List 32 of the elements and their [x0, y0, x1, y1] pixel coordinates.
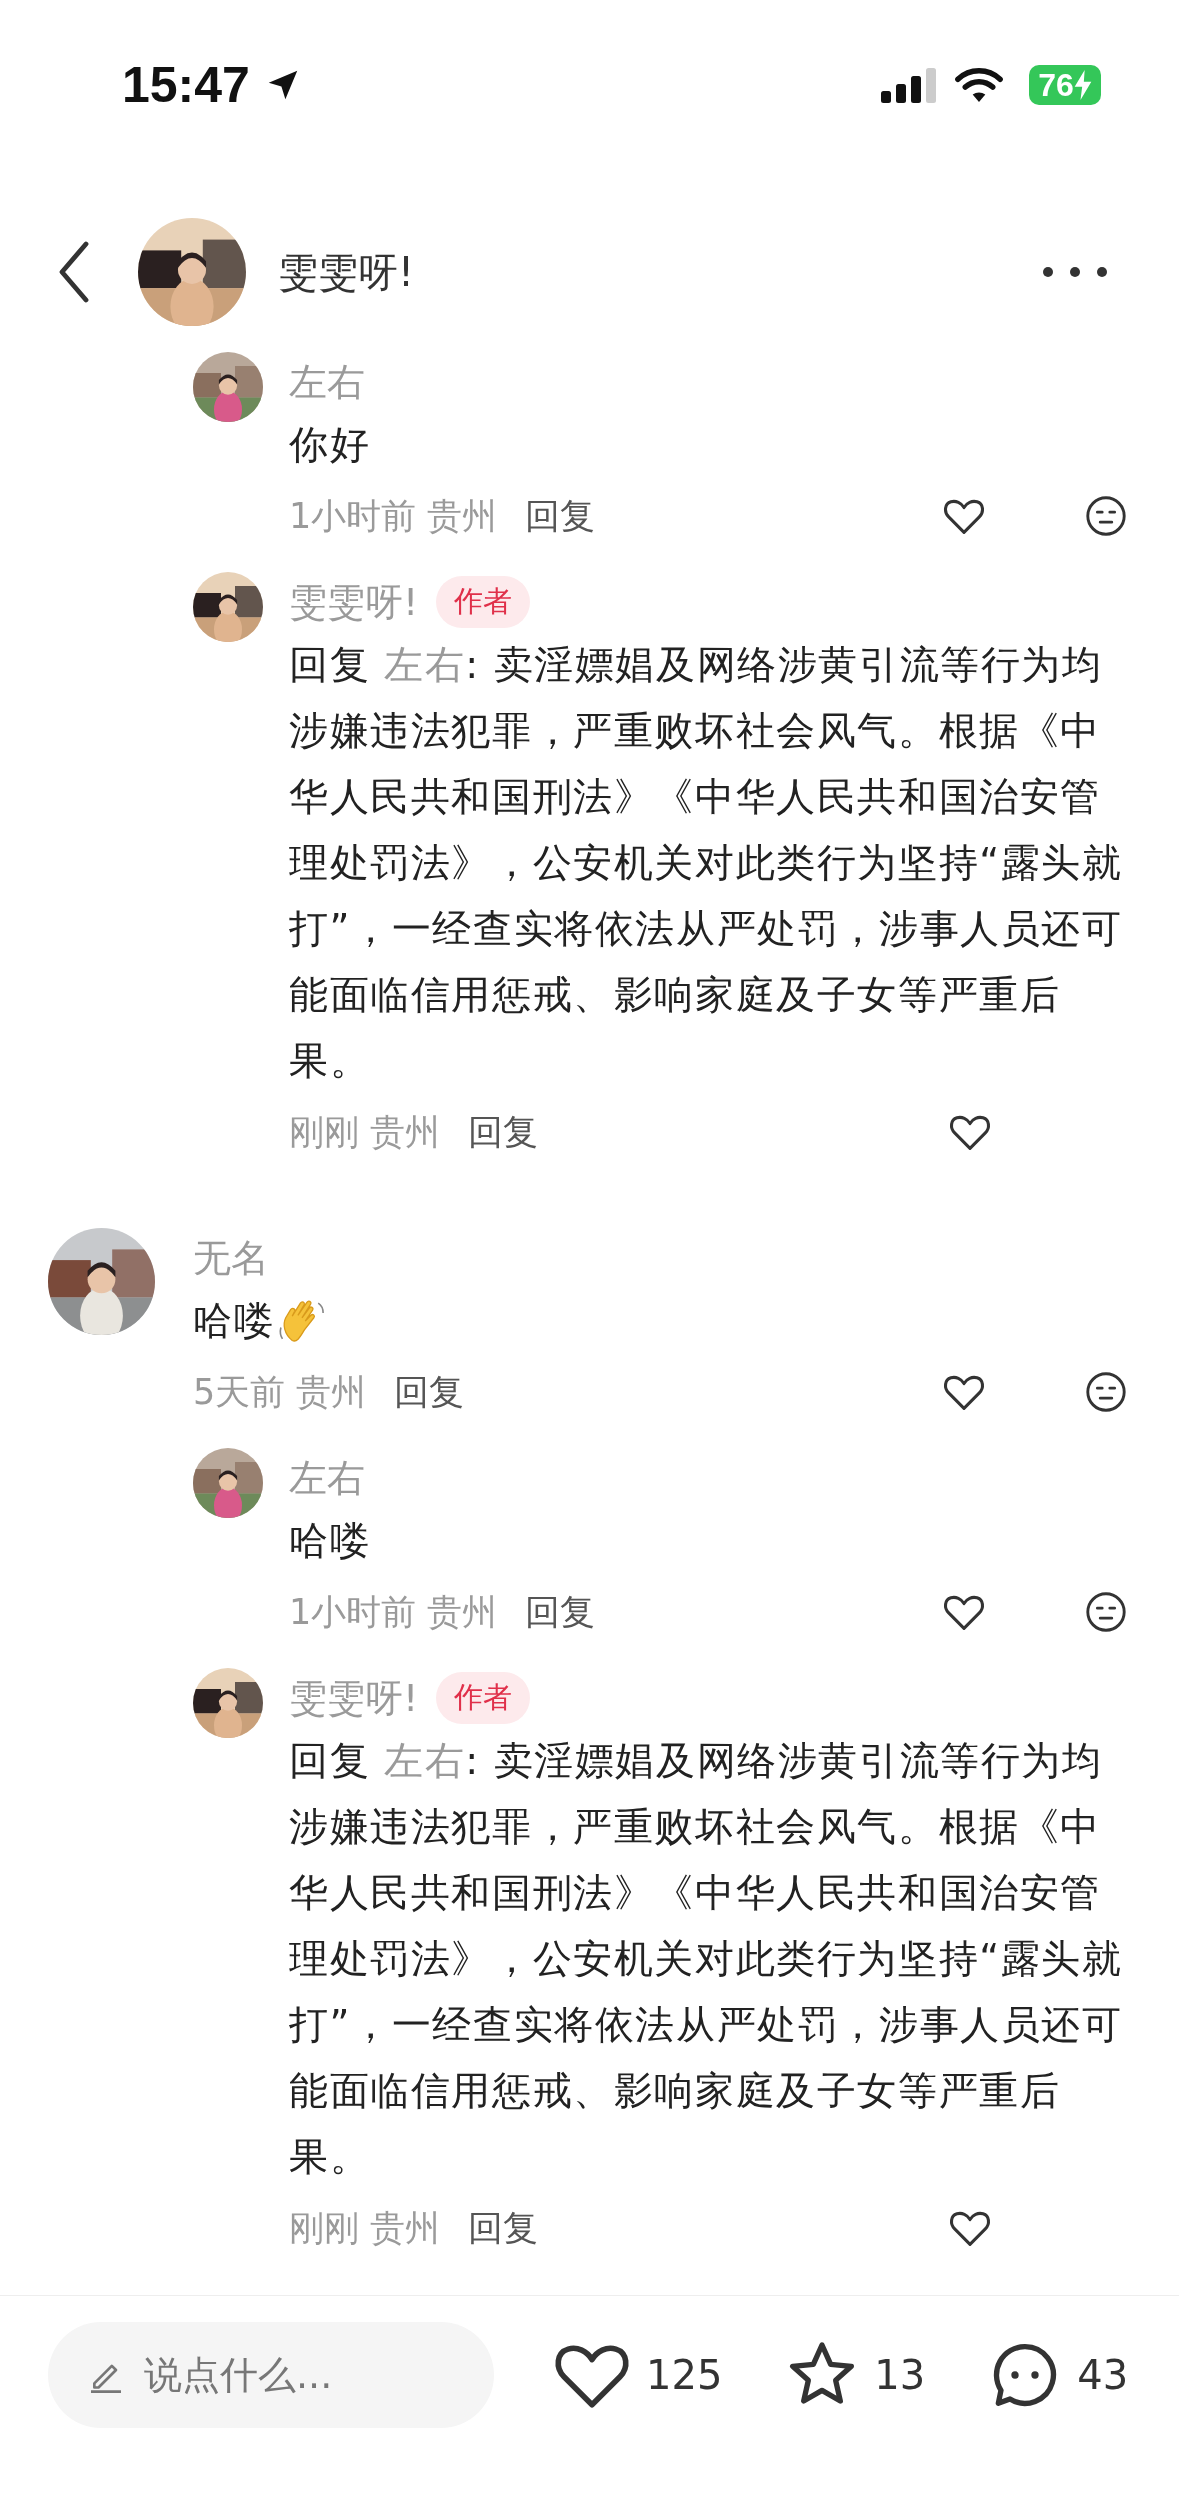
time-location: 刚刚 贵州 — [289, 2206, 441, 2250]
battery-indicator: 76 — [1029, 65, 1101, 105]
reply-link[interactable]: 回复 — [468, 1108, 539, 1156]
comment-text: 你好 — [289, 421, 371, 469]
reply-link[interactable]: 回复 — [468, 2204, 539, 2252]
status-time: 15:47 — [122, 56, 250, 114]
time-location: 1小时前 贵州 — [289, 1590, 498, 1634]
comment-text: 哈喽 — [289, 1517, 371, 1565]
more-icon[interactable] — [1041, 265, 1109, 279]
comment-text: 回复 左右: 卖淫嫖娼及网络涉黄引流等行为均涉嫌违法犯罪，严重败坏社会风气。根据《中华人民共和国刑法》《中华人民共和国治安管理处罚法》，公安机关对此类行为坚持“露头就打”，一经查实将依法从严处罚，涉事人员还可能面临信用惩戒、影响家庭及子女等严重后果。 — [289, 641, 1124, 1085]
reply-link[interactable]: 回复 — [394, 1368, 465, 1416]
meh-face-icon[interactable] — [1083, 1589, 1129, 1635]
favorite-count: 13 — [874, 2352, 926, 2398]
text-input[interactable]: 说点什么... — [142, 2352, 446, 2398]
comment-count: 43 — [1077, 2352, 1129, 2398]
time-location: 刚刚 贵州 — [289, 1110, 441, 1154]
comment-text: 哈喽 — [193, 1297, 275, 1345]
wifi-icon — [953, 66, 1005, 104]
meh-face-icon[interactable] — [1083, 493, 1129, 539]
comment-text: 回复 左右: 卖淫嫖娼及网络涉黄引流等行为均涉嫌违法犯罪，严重败坏社会风气。根据《中华人民共和国刑法》《中华人民共和国治安管理处罚法》，公安机关对此类行为坚持“露头就打”，一经查实将依法从严处罚，涉事人员还可能面临信用惩戒、影响家庭及子女等严重后果。 — [289, 1737, 1124, 2181]
author-name[interactable]: 雯雯呀! — [278, 244, 415, 300]
like-count: 125 — [646, 2352, 723, 2398]
comment-input[interactable]: 说点什么... — [48, 2322, 494, 2428]
author-tag: 作者 — [436, 576, 531, 628]
time-location: 1小时前 贵州 — [289, 494, 498, 538]
charging-bolt-icon — [1073, 70, 1092, 100]
reply-link[interactable]: 回复 — [525, 1588, 596, 1636]
signal-icon — [881, 67, 939, 103]
meh-face-icon[interactable] — [1083, 1369, 1129, 1415]
time-location: 5天前 贵州 — [193, 1370, 367, 1414]
author-tag: 作者 — [436, 1672, 531, 1724]
reply-link[interactable]: 回复 — [525, 492, 596, 540]
